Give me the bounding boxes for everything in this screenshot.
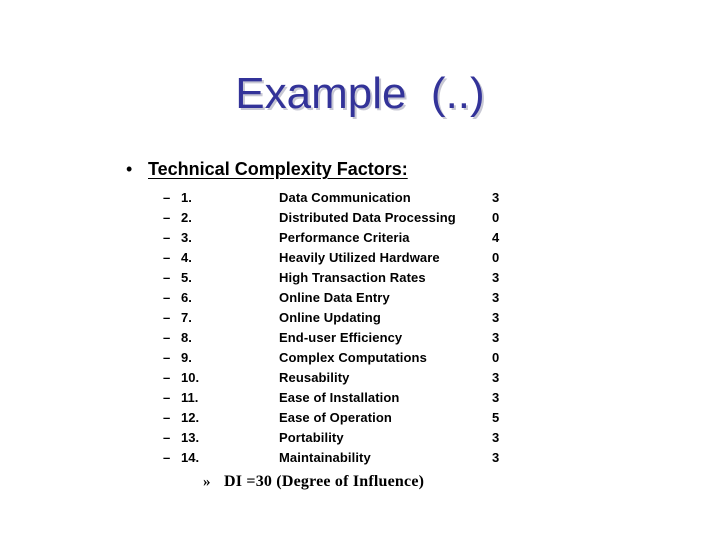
list-item: – 11. Ease of Installation 3 (0, 388, 720, 408)
item-number: 7. (181, 310, 192, 325)
slide-canvas: Example (..) • Technical Complexity Fact… (0, 0, 720, 540)
item-number: 13. (181, 430, 200, 445)
dash-icon: – (163, 230, 171, 245)
dash-icon: – (163, 450, 171, 465)
dash-icon: – (163, 430, 171, 445)
item-number: 11. (181, 390, 199, 405)
list-item: – 6. Online Data Entry 3 (0, 288, 720, 308)
item-number: 1. (181, 190, 192, 205)
item-value: 0 (492, 350, 500, 365)
dash-icon: – (163, 330, 171, 345)
item-value: 3 (492, 190, 500, 205)
dash-icon: – (163, 250, 171, 265)
slide-title: Example (..) (235, 69, 485, 118)
item-number: 9. (181, 350, 192, 365)
item-number: 3. (181, 230, 192, 245)
item-label: Online Data Entry (279, 290, 390, 305)
list-item: – 2. Distributed Data Processing 0 (0, 208, 720, 228)
item-value: 0 (492, 250, 500, 265)
item-label: Complex Computations (279, 350, 427, 365)
dash-icon: – (163, 410, 171, 425)
item-value: 3 (492, 310, 500, 325)
list-item: – 8. End-user Efficiency 3 (0, 328, 720, 348)
dash-icon: – (163, 270, 171, 285)
list-item: – 9. Complex Computations 0 (0, 348, 720, 368)
list-item: – 4. Heavily Utilized Hardware 0 (0, 248, 720, 268)
list-item: – 14. Maintainability 3 (0, 448, 720, 468)
list-item: – 10. Reusability 3 (0, 368, 720, 388)
list-item: – 12. Ease of Operation 5 (0, 408, 720, 428)
item-label: High Transaction Rates (279, 270, 426, 285)
item-value: 4 (492, 230, 500, 245)
item-label: Reusability (279, 370, 350, 385)
dash-icon: – (163, 390, 171, 405)
dash-icon: – (163, 310, 171, 325)
section-heading: Technical Complexity Factors: (148, 159, 408, 179)
list-item: – 13. Portability 3 (0, 428, 720, 448)
item-label: End-user Efficiency (279, 330, 403, 345)
item-value: 3 (492, 450, 500, 465)
dash-icon: – (163, 350, 171, 365)
item-value: 3 (492, 390, 500, 405)
item-number: 6. (181, 290, 192, 305)
item-value: 3 (492, 330, 500, 345)
item-value: 3 (492, 430, 500, 445)
item-value: 5 (492, 410, 500, 425)
item-label: Heavily Utilized Hardware (279, 250, 440, 265)
list-item: – 1. Data Communication 3 (0, 188, 720, 208)
dash-icon: – (163, 370, 171, 385)
item-number: 5. (181, 270, 192, 285)
item-number: 8. (181, 330, 192, 345)
dash-icon: – (163, 190, 171, 205)
degree-of-influence-total: DI =30 (Degree of Influence) (224, 473, 425, 490)
item-number: 14. (181, 450, 200, 465)
item-label: Maintainability (279, 450, 371, 465)
slide-body: • Technical Complexity Factors: (0, 158, 720, 184)
item-value: 3 (492, 370, 500, 385)
heading-row: • Technical Complexity Factors: (0, 158, 720, 184)
list-item: – 3. Performance Criteria 4 (0, 228, 720, 248)
double-chevron-icon: » (203, 474, 211, 490)
item-value: 3 (492, 270, 500, 285)
list-item: – 5. High Transaction Rates 3 (0, 268, 720, 288)
item-number: 10. (181, 370, 200, 385)
item-label: Performance Criteria (279, 230, 410, 245)
list-item: – 7. Online Updating 3 (0, 308, 720, 328)
item-label: Ease of Operation (279, 410, 392, 425)
item-label: Distributed Data Processing (279, 210, 456, 225)
item-value: 0 (492, 210, 500, 225)
factor-list: – 1. Data Communication 3 – 2. Distribut… (0, 188, 720, 468)
item-value: 3 (492, 290, 500, 305)
bullet-icon: • (126, 159, 133, 179)
item-label: Data Communication (279, 190, 411, 205)
degree-of-influence-row: » DI =30 (Degree of Influence) (0, 470, 720, 494)
item-number: 4. (181, 250, 192, 265)
dash-icon: – (163, 210, 171, 225)
item-label: Online Updating (279, 310, 381, 325)
item-label: Ease of Installation (279, 390, 400, 405)
item-label: Portability (279, 430, 344, 445)
item-number: 12. (181, 410, 200, 425)
item-number: 2. (181, 210, 192, 225)
dash-icon: – (163, 290, 171, 305)
